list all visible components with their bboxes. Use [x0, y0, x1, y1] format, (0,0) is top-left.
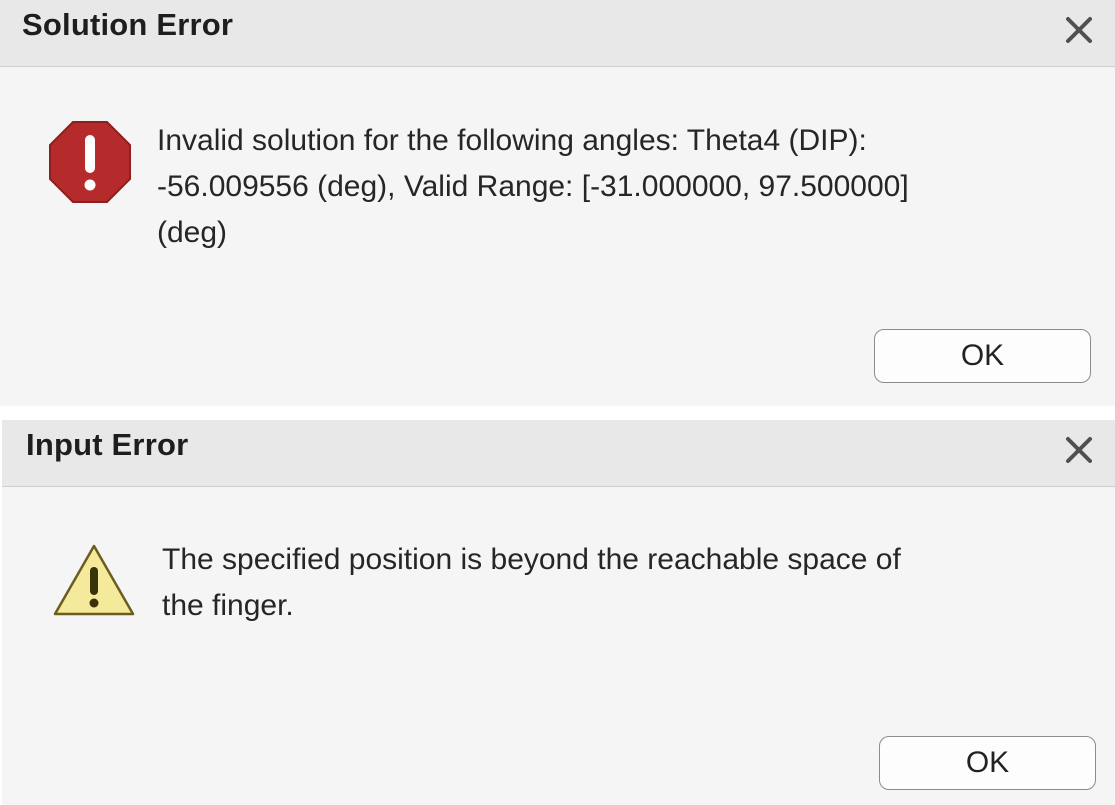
dialog-title: Solution Error	[22, 7, 234, 42]
solution-error-dialog: Solution Error Invalid solution for the …	[0, 0, 1115, 406]
error-message: Invalid solution for the following angle…	[157, 124, 909, 249]
dialog-titlebar: Solution Error	[0, 0, 1115, 67]
close-icon[interactable]	[1059, 10, 1099, 50]
input-error-dialog: Input Error The specified position is be…	[2, 420, 1115, 805]
dialog-titlebar: Input Error	[2, 420, 1115, 487]
warning-message: The specified position is beyond the rea…	[162, 543, 901, 622]
warning-triangle-icon	[52, 543, 136, 617]
ok-button[interactable]: OK	[874, 329, 1091, 383]
ok-button[interactable]: OK	[879, 736, 1096, 790]
close-icon[interactable]	[1059, 430, 1099, 470]
dialog-title: Input Error	[26, 427, 189, 462]
error-stop-icon	[48, 120, 132, 204]
